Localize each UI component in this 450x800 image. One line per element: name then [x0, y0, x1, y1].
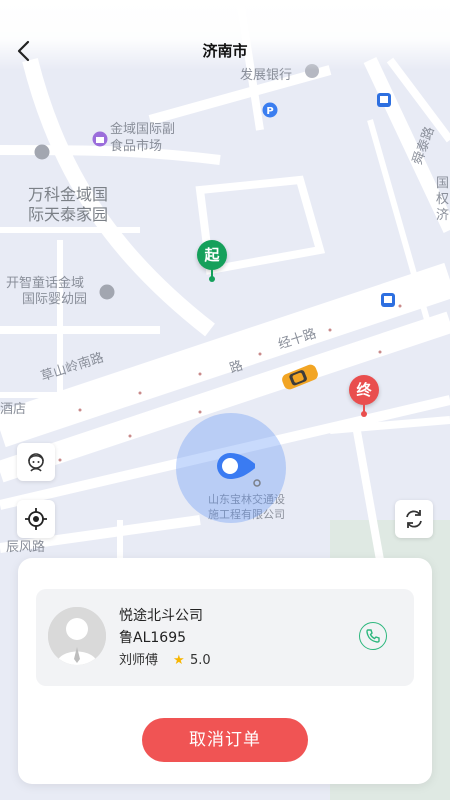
- road-chenfeng-label: 辰风路: [6, 540, 46, 555]
- locate-icon: [25, 508, 47, 530]
- edge-label-1: 国: [436, 176, 450, 191]
- bus-stop-icon: [381, 293, 395, 307]
- driver-rating: 5.0: [190, 653, 211, 668]
- poi-mall-label-2: 食品市场: [110, 139, 163, 154]
- edge-label-3: 济: [436, 208, 450, 223]
- poi-hotel-icon: [34, 144, 50, 160]
- driver-name: 刘师傅: [119, 653, 159, 668]
- end-pin-dot: [361, 411, 367, 417]
- poi-residence-label-1: 万科金域国: [28, 185, 109, 204]
- poi-kinder-label-1: 开智童话金域: [6, 276, 85, 291]
- avatar: [48, 607, 106, 665]
- school-icon: [99, 284, 115, 300]
- start-pin: 起: [197, 240, 227, 270]
- poi-kinder-label-2: 国际婴幼园: [22, 292, 88, 307]
- bottom-safe-area: [0, 790, 450, 800]
- cancel-order-button[interactable]: 取消订单: [142, 718, 308, 762]
- refresh-icon: [406, 510, 422, 528]
- shopping-icon: [92, 131, 108, 147]
- locate-button[interactable]: [17, 500, 55, 538]
- phone-icon: [366, 629, 380, 643]
- parking-icon: P: [262, 102, 278, 118]
- call-driver-button[interactable]: [359, 622, 387, 650]
- current-location-icon: [217, 453, 255, 479]
- star-icon: ★: [173, 653, 185, 668]
- customer-service-button[interactable]: [17, 443, 55, 481]
- order-panel: 悦途北斗公司 鲁AL1695 刘师傅 ★ 5.0 取消订单: [18, 558, 432, 784]
- driver-card: 悦途北斗公司 鲁AL1695 刘师傅 ★ 5.0: [36, 589, 414, 686]
- driver-company: 悦途北斗公司: [119, 608, 203, 624]
- bus-stop-icon: [377, 93, 391, 107]
- poi-bank-label: 发展银行: [240, 68, 293, 83]
- start-pin-dot: [209, 276, 215, 282]
- poi-hotel-label: 酒店: [0, 402, 27, 417]
- poi-mall-label-1: 金域国际副: [110, 122, 176, 137]
- page-title: 济南市: [202, 42, 248, 60]
- edge-label-2: 权: [436, 192, 450, 207]
- license-plate: 鲁AL1695: [119, 630, 187, 646]
- svg-text:P: P: [266, 106, 273, 117]
- user-avatar-icon: [48, 607, 106, 665]
- end-pin: 终: [349, 375, 379, 405]
- poi-dot-icon: [253, 479, 261, 487]
- refresh-button[interactable]: [395, 500, 433, 538]
- top-bar: 济南市: [0, 0, 450, 70]
- poi-residence-label-2: 际天泰家园: [28, 205, 109, 224]
- customer-service-icon: [28, 453, 44, 472]
